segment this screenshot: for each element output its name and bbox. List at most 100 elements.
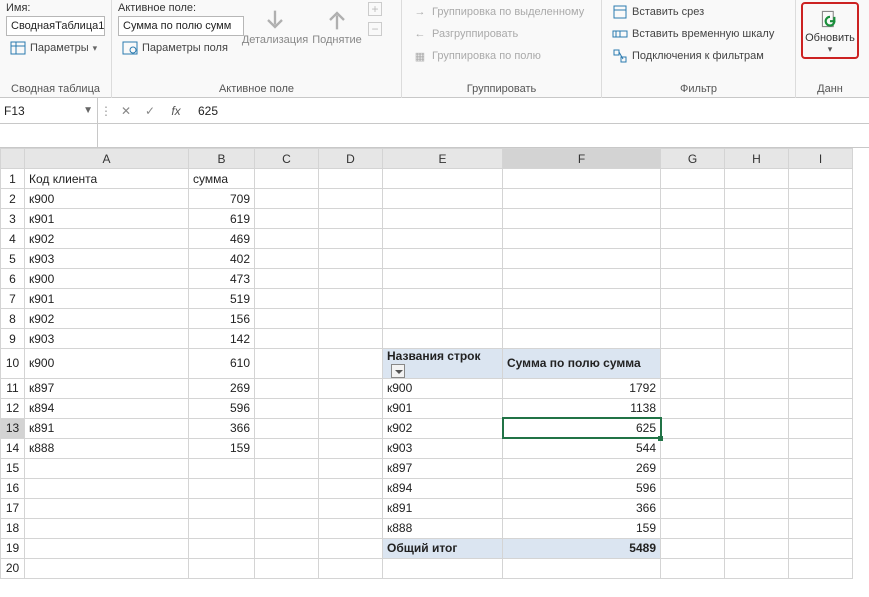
cell[interactable] — [383, 289, 503, 309]
cell[interactable]: к891 — [383, 498, 503, 518]
cell[interactable] — [255, 458, 319, 478]
cell[interactable]: 1138 — [503, 398, 661, 418]
cell[interactable]: сумма — [189, 169, 255, 189]
column-header[interactable]: F — [503, 149, 661, 169]
refresh-button[interactable]: Обновить ▾ — [801, 2, 859, 59]
cell[interactable] — [319, 378, 383, 398]
cell[interactable] — [383, 249, 503, 269]
cell[interactable] — [25, 498, 189, 518]
cell[interactable] — [383, 169, 503, 189]
column-header[interactable]: D — [319, 149, 383, 169]
field-settings-button[interactable]: Параметры поля — [118, 38, 244, 58]
cell[interactable]: 142 — [189, 329, 255, 349]
column-header[interactable]: A — [25, 149, 189, 169]
cell[interactable] — [789, 538, 853, 558]
cell[interactable] — [789, 498, 853, 518]
column-header[interactable]: H — [725, 149, 789, 169]
cell[interactable] — [383, 229, 503, 249]
cell[interactable] — [319, 498, 383, 518]
cell[interactable] — [789, 329, 853, 349]
cell[interactable] — [725, 398, 789, 418]
cell[interactable]: 5489 — [503, 538, 661, 558]
row-header[interactable]: 2 — [1, 189, 25, 209]
row-header[interactable]: 7 — [1, 289, 25, 309]
cell[interactable] — [319, 249, 383, 269]
cell[interactable] — [503, 169, 661, 189]
cell[interactable] — [725, 269, 789, 289]
cell[interactable] — [725, 558, 789, 578]
cell[interactable]: 596 — [503, 478, 661, 498]
cell[interactable] — [319, 438, 383, 458]
cell[interactable] — [255, 478, 319, 498]
cell[interactable]: к900 — [25, 189, 189, 209]
cell[interactable]: к902 — [25, 229, 189, 249]
fx-icon[interactable]: fx — [162, 104, 190, 118]
cell[interactable] — [255, 538, 319, 558]
cell[interactable]: к903 — [25, 249, 189, 269]
cell[interactable] — [725, 229, 789, 249]
row-header[interactable]: 9 — [1, 329, 25, 349]
cell[interactable] — [255, 329, 319, 349]
cell[interactable] — [661, 269, 725, 289]
cell[interactable]: к900 — [25, 349, 189, 379]
cell[interactable] — [725, 478, 789, 498]
cell[interactable] — [383, 189, 503, 209]
cell[interactable] — [725, 249, 789, 269]
cell[interactable]: к900 — [383, 378, 503, 398]
cell[interactable] — [255, 209, 319, 229]
cell[interactable]: 366 — [503, 498, 661, 518]
cell[interactable] — [725, 349, 789, 379]
cell[interactable] — [189, 478, 255, 498]
cell[interactable] — [789, 229, 853, 249]
cell[interactable] — [255, 418, 319, 438]
cell[interactable] — [383, 269, 503, 289]
cell[interactable] — [661, 558, 725, 578]
pivot-options-button[interactable]: Параметры ▾ — [6, 38, 105, 58]
row-header[interactable]: 14 — [1, 438, 25, 458]
cell[interactable] — [789, 478, 853, 498]
cell[interactable] — [789, 378, 853, 398]
cell[interactable] — [319, 329, 383, 349]
cell[interactable] — [725, 329, 789, 349]
cell[interactable] — [725, 518, 789, 538]
cell[interactable] — [503, 189, 661, 209]
cell[interactable]: 709 — [189, 189, 255, 209]
cell[interactable] — [319, 458, 383, 478]
cell[interactable] — [319, 289, 383, 309]
cell[interactable] — [255, 438, 319, 458]
cell[interactable] — [319, 538, 383, 558]
cell[interactable] — [319, 309, 383, 329]
row-header[interactable]: 11 — [1, 378, 25, 398]
cell[interactable] — [789, 458, 853, 478]
cell[interactable]: 596 — [189, 398, 255, 418]
cell[interactable] — [319, 349, 383, 379]
cell[interactable] — [661, 249, 725, 269]
cancel-formula-button[interactable]: ✕ — [114, 98, 138, 124]
column-header[interactable]: I — [789, 149, 853, 169]
cell[interactable]: 269 — [503, 458, 661, 478]
cell[interactable]: 159 — [503, 518, 661, 538]
row-header[interactable]: 17 — [1, 498, 25, 518]
cell[interactable]: к901 — [25, 209, 189, 229]
cell[interactable]: 269 — [189, 378, 255, 398]
cell[interactable] — [661, 289, 725, 309]
cell[interactable]: к894 — [25, 398, 189, 418]
cell[interactable]: 1792 — [503, 378, 661, 398]
cell[interactable] — [789, 398, 853, 418]
cell[interactable] — [725, 378, 789, 398]
cell[interactable] — [661, 349, 725, 379]
cell[interactable] — [789, 189, 853, 209]
cell[interactable] — [255, 498, 319, 518]
cell[interactable] — [255, 378, 319, 398]
pivot-name-field[interactable]: СводнаяТаблица1 — [6, 16, 105, 36]
cell[interactable]: к894 — [383, 478, 503, 498]
cell[interactable] — [255, 558, 319, 578]
cell[interactable]: к901 — [25, 289, 189, 309]
row-header[interactable]: 13 — [1, 418, 25, 438]
cell[interactable] — [789, 309, 853, 329]
cell[interactable] — [255, 169, 319, 189]
cell[interactable] — [503, 309, 661, 329]
cell[interactable]: 619 — [189, 209, 255, 229]
cell[interactable] — [789, 558, 853, 578]
cell[interactable] — [725, 309, 789, 329]
